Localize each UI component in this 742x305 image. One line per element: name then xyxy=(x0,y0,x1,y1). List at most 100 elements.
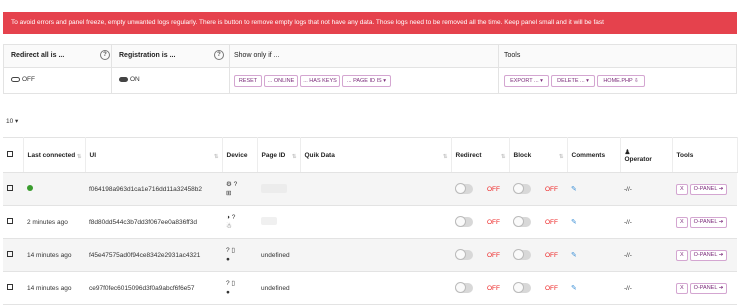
open-panel-button[interactable]: O-PANEL ➔ xyxy=(689,183,728,195)
quik-data-cell xyxy=(300,172,451,206)
has-keys-filter-button[interactable]: ... HAS KEYS xyxy=(300,75,340,87)
col-ui[interactable]: UI ⇅ xyxy=(85,137,223,173)
table-row[interactable]: 14 minutes ago f45e47575ad0f94ce8342e293… xyxy=(3,238,737,272)
control-panel: Redirect all is ... ? Registration is ..… xyxy=(3,44,737,94)
divider xyxy=(498,45,499,93)
delete-dropdown[interactable]: DELETE ... ▾ xyxy=(551,75,595,87)
col-operator[interactable]: ♟ Operator xyxy=(620,137,673,173)
sort-icon: ⇅ xyxy=(558,154,564,160)
redirect-toggle[interactable] xyxy=(455,249,473,260)
redirect-all-label: Redirect all is ... xyxy=(11,52,65,59)
divider xyxy=(111,45,112,93)
header-label: Last connected xyxy=(27,151,76,159)
header-label: Comments xyxy=(571,151,606,159)
redirect-toggle[interactable] xyxy=(455,216,473,227)
open-panel-button[interactable]: O-PANEL ➔ xyxy=(689,216,728,228)
open-panel-button[interactable]: O-PANEL ➔ xyxy=(689,249,728,261)
redirect-state: OFF xyxy=(487,218,500,226)
registration-toggle-icon[interactable] xyxy=(119,77,128,82)
block-toggle[interactable] xyxy=(513,216,531,227)
device-line: ◑ ? xyxy=(226,214,236,221)
delete-row-button[interactable]: X xyxy=(676,282,688,294)
select-all-header[interactable] xyxy=(3,137,24,173)
row-checkbox[interactable] xyxy=(7,284,13,290)
export-dropdown[interactable]: EXPORT ... ▾ xyxy=(504,75,549,87)
header-label: Tools xyxy=(676,151,694,159)
header-label: UI xyxy=(89,151,97,159)
redirect-all-state[interactable]: OFF xyxy=(22,76,35,83)
table-row[interactable]: 2 minutes ago f8d80dd544c3b7dd3f067ee0a8… xyxy=(3,205,737,239)
user-icon: ♟ xyxy=(624,148,631,156)
page-id-cell xyxy=(257,172,300,206)
operator-cell: -//- xyxy=(620,205,672,239)
header-label: Quik Data xyxy=(304,151,335,159)
col-quik-data[interactable]: Quik Data ⇅ xyxy=(300,137,452,173)
redirect-all-toggle-icon[interactable] xyxy=(11,77,20,82)
device-os-icon: ⊞ xyxy=(226,190,232,197)
divider xyxy=(229,45,230,93)
sort-icon: ⇅ xyxy=(76,154,82,160)
online-status-icon xyxy=(27,185,33,191)
control-header-row xyxy=(4,45,736,68)
device-cell: ? ▯ ● xyxy=(222,238,257,272)
quik-data-cell xyxy=(300,238,451,272)
device-cell: ⚙ ? ⊞ xyxy=(222,172,257,206)
reset-filter-button[interactable]: RESET xyxy=(234,75,262,87)
edit-comment-icon[interactable]: ✎ xyxy=(571,186,577,193)
col-device[interactable]: Device xyxy=(222,137,258,173)
delete-row-button[interactable]: X xyxy=(676,183,688,195)
home-php-download-button[interactable]: HOME.PHP ⇩ xyxy=(597,75,645,87)
col-block[interactable]: Block ⇅ xyxy=(509,137,568,173)
sort-icon: ⇅ xyxy=(213,154,219,160)
block-state: OFF xyxy=(545,218,558,226)
help-icon[interactable]: ? xyxy=(214,50,224,60)
page-id-filter-dropdown[interactable]: ... PAGE ID IS ▾ xyxy=(342,75,391,87)
row-checkbox[interactable] xyxy=(7,251,13,257)
page-id-cell: undefined xyxy=(257,238,300,272)
block-state: OFF xyxy=(545,251,558,259)
sort-icon: ⇅ xyxy=(500,154,506,160)
row-checkbox[interactable] xyxy=(7,218,13,224)
help-icon[interactable]: ? xyxy=(100,50,110,60)
sort-icon: ⇅ xyxy=(291,154,297,160)
table-row[interactable]: f064198a963d1ca1e716dd11a32458b2 ⚙ ? ⊞ OF… xyxy=(3,172,737,206)
col-redirect[interactable]: Redirect ⇅ xyxy=(451,137,510,173)
redirect-toggle[interactable] xyxy=(455,282,473,293)
delete-row-button[interactable]: X xyxy=(676,249,688,261)
header-label: Page ID xyxy=(261,151,286,159)
page-length-select[interactable]: 10 ▾ xyxy=(6,117,18,125)
online-filter-button[interactable]: ... ONLINE xyxy=(264,75,298,87)
col-tools[interactable]: Tools xyxy=(672,137,738,173)
col-last-connected[interactable]: Last connected ⇅ xyxy=(23,137,86,173)
edit-comment-icon[interactable]: ✎ xyxy=(571,285,577,292)
page-id-redacted xyxy=(261,183,287,193)
block-state: OFF xyxy=(545,185,558,193)
header-label: Redirect xyxy=(455,151,482,159)
redirect-toggle[interactable] xyxy=(455,183,473,194)
block-toggle[interactable] xyxy=(513,183,531,194)
alert-banner: To avoid errors and panel freeze, empty … xyxy=(3,12,737,34)
block-state: OFF xyxy=(545,284,558,292)
page-id-redacted xyxy=(261,217,277,225)
select-all-checkbox[interactable] xyxy=(7,151,13,157)
row-checkbox[interactable] xyxy=(7,185,13,191)
registration-state[interactable]: ON xyxy=(130,76,140,83)
device-line: ⚙ ? xyxy=(226,181,238,188)
registration-label: Registration is ... xyxy=(119,52,176,59)
redirect-state: OFF xyxy=(487,185,500,193)
delete-row-button[interactable]: X xyxy=(676,216,688,228)
operator-cell: -//- xyxy=(620,238,672,272)
open-panel-button[interactable]: O-PANEL ➔ xyxy=(689,282,728,294)
header-label: Operator xyxy=(624,155,652,163)
edit-comment-icon[interactable]: ✎ xyxy=(571,219,577,226)
device-line: ? ▯ xyxy=(226,280,235,287)
operator-cell: -//- xyxy=(620,172,672,206)
last-connected-cell: 2 minutes ago xyxy=(23,205,85,239)
block-toggle[interactable] xyxy=(513,282,531,293)
show-only-label: Show only if ... xyxy=(234,52,280,59)
header-label: Device xyxy=(226,151,248,159)
block-toggle[interactable] xyxy=(513,249,531,260)
col-comments[interactable]: Comments xyxy=(567,137,621,173)
edit-comment-icon[interactable]: ✎ xyxy=(571,252,577,259)
col-page-id[interactable]: Page ID ⇅ xyxy=(257,137,301,173)
